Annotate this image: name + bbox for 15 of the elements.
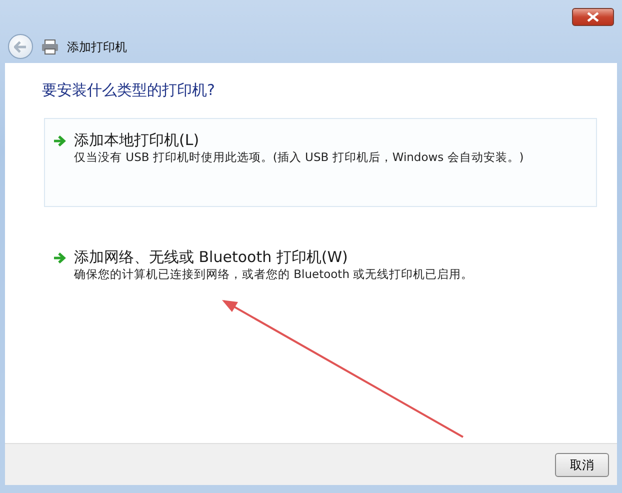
option-title: 添加本地打印机(L) [74, 130, 200, 148]
printer-icon [41, 38, 59, 54]
back-arrow-icon [14, 40, 27, 52]
arrow-icon [53, 252, 66, 264]
option-description: 确保您的计算机已连接到网络，或者您的 Bluetooth 或无线打印机已启用。 [74, 266, 474, 282]
arrow-icon [53, 134, 66, 146]
window-title: 添加打印机 [67, 38, 127, 56]
option-item[interactable]: 添加本地打印机(L) 仅当没有 USB 打印机时使用此选项。(插入 USB 打印机后，Windows 会自动安装。) [44, 118, 597, 206]
page-heading: 要安装什么类型的打印机? [42, 80, 216, 101]
close-button[interactable] [572, 8, 614, 26]
option-description: 仅当没有 USB 打印机时使用此选项。(插入 USB 打印机后，Windows 会自动安装。) [74, 148, 524, 166]
option-title: 添加网络、无线或 Bluetooth 打印机(W) [74, 248, 349, 266]
cancel-button[interactable]: 取消 [555, 452, 609, 476]
close-icon [587, 12, 599, 22]
option-item[interactable]: 添加网络、无线或 Bluetooth 打印机(W) 确保您的计算机已连接到网络，或者您的 Bluetooth 或无线打印机已启用。 [44, 234, 597, 324]
